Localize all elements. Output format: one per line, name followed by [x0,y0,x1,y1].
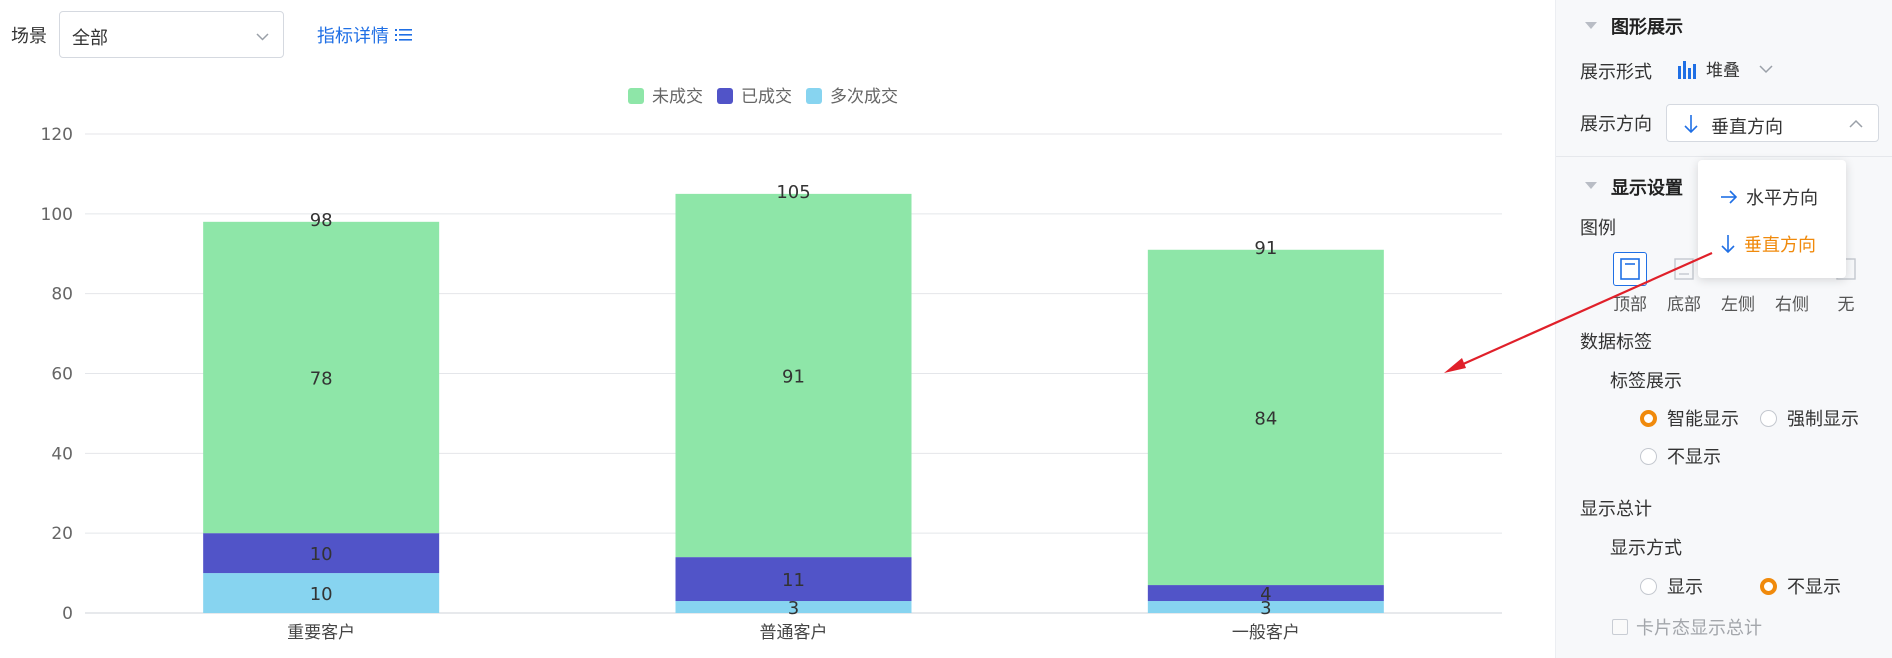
legend-option-label: 右侧 [1775,295,1809,315]
checkbox-box [1612,619,1628,635]
y-tick-label: 20 [51,524,73,544]
total-label: 91 [1254,238,1277,259]
scene-select[interactable]: 全部 [59,11,284,58]
radio-dot [1760,409,1777,427]
data-label-title: 数据标签 [1580,332,1652,353]
legend-bottom-icon [1667,252,1701,286]
menu-item-horizontal[interactable]: 水平方向 [1720,184,1818,210]
legend-option-label: 底部 [1667,295,1701,315]
legend-option-top[interactable]: 顶部 [1610,252,1650,315]
label-display-title: 标签展示 [1610,371,1682,392]
direction-dropdown-menu: 水平方向 垂直方向 [1698,160,1846,278]
y-tick-label: 60 [51,365,73,385]
metric-details-label: 指标详情 [317,26,389,47]
chevron-down-icon [256,33,269,41]
legend-option-label: 左侧 [1721,295,1755,315]
arrow-right-icon [1721,190,1738,204]
data-label: 10 [310,584,333,605]
settings-panel: 图形展示 展示形式 堆叠 展示方向 垂直方向 显示设置 图例 顶部 底部 左侧 [1555,0,1892,658]
chevron-down-icon [1759,64,1773,73]
total-label: 98 [310,210,333,231]
menu-item-label: 垂直方向 [1744,235,1816,256]
stacked-bar-icon [1678,60,1696,79]
collapse-caret-icon[interactable] [1585,182,1597,189]
graphic-section-title: 图形展示 [1611,17,1683,38]
data-label: 3 [788,598,799,619]
total-title: 显示总计 [1580,499,1652,520]
list-icon [395,29,412,41]
x-tick-label: 重要客户 [287,623,355,643]
style-dropdown[interactable]: 堆叠 [1676,56,1774,81]
legend-label: 已成交 [741,87,792,107]
radio-dot [1640,409,1657,427]
direction-select[interactable]: 垂直方向 [1666,104,1879,142]
card-total-checkbox[interactable]: 卡片态显示总计 [1612,614,1762,640]
data-label: 4 [1260,584,1271,605]
legend-option-label: 无 [1837,295,1855,315]
arrow-down-icon [1684,115,1698,134]
legend-swatch [717,88,733,104]
legend-label: 多次成交 [830,87,898,107]
total-label: 105 [776,182,810,203]
y-tick-label: 40 [51,444,73,464]
data-label: 11 [782,570,805,591]
radio-hide-total[interactable]: 不显示 [1760,573,1841,599]
collapse-caret-icon[interactable] [1585,22,1597,29]
legend-top-icon [1613,252,1647,286]
scene-select-value: 全部 [72,28,108,49]
radio-label: 强制显示 [1787,409,1859,430]
radio-label: 不显示 [1787,577,1841,598]
legend-swatch [806,88,822,104]
direction-label: 展示方向 [1580,114,1652,135]
radio-smart-display[interactable]: 智能显示 [1640,405,1739,431]
y-tick-label: 100 [41,205,73,225]
scene-label: 场景 [11,26,47,47]
y-tick-label: 120 [41,125,73,145]
metric-details-link[interactable]: 指标详情 [317,22,412,48]
y-tick-label: 0 [62,604,73,624]
stacked-bar-chart: 0 20 40 60 80 100 120 未成交 已成交 多次成交 10 10 78 98 重要客户 3 11… [41,87,1502,643]
checkbox-label: 卡片态显示总计 [1636,618,1762,639]
radio-show-total[interactable]: 显示 [1640,573,1703,599]
x-tick-label: 普通客户 [760,623,828,643]
toolbar: 场景 全部 指标详情 [0,0,1555,70]
data-label: 10 [310,544,333,565]
radio-force-display[interactable]: 强制显示 [1760,405,1859,431]
menu-item-label: 水平方向 [1746,188,1818,209]
x-tick-label: 一般客户 [1232,623,1300,643]
arrow-down-icon [1721,235,1735,254]
radio-label: 不显示 [1667,447,1721,468]
y-tick-label: 80 [51,285,73,305]
total-mode-title: 显示方式 [1610,538,1682,559]
section-divider [1556,156,1892,157]
style-label: 展示形式 [1580,62,1652,83]
radio-no-label[interactable]: 不显示 [1640,443,1721,469]
direction-value: 垂直方向 [1711,117,1783,138]
legend-label: 未成交 [652,87,703,107]
menu-item-vertical[interactable]: 垂直方向 [1720,231,1816,257]
style-value: 堆叠 [1706,61,1740,81]
radio-label: 显示 [1667,577,1703,598]
data-label: 78 [310,368,333,389]
radio-dot [1640,577,1657,595]
chevron-up-icon [1849,119,1863,128]
data-label: 91 [782,366,805,387]
legend-label: 图例 [1580,218,1616,239]
legend-option-label: 顶部 [1613,295,1647,315]
radio-dot [1760,577,1777,595]
data-label: 84 [1254,408,1277,429]
radio-dot [1640,447,1657,465]
radio-label: 智能显示 [1667,409,1739,430]
display-section-title: 显示设置 [1611,178,1683,199]
legend-swatch [628,88,644,104]
